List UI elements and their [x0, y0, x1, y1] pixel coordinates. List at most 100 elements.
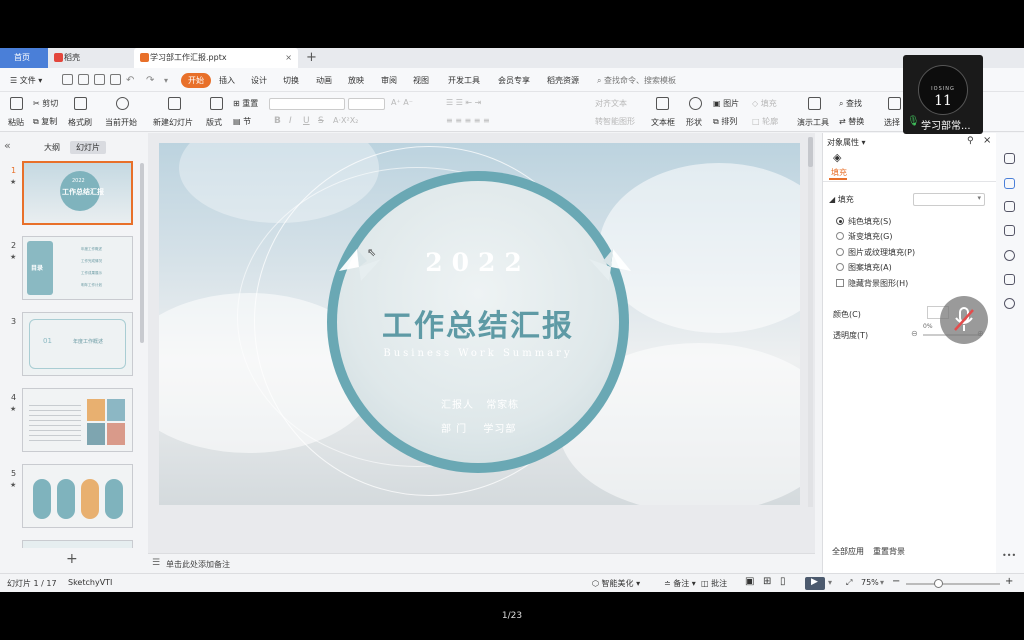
- help-icon[interactable]: [1004, 250, 1015, 261]
- convert-smartart-button[interactable]: 转智能图形: [595, 116, 635, 127]
- file-menu[interactable]: ☰ 文件 ▾: [10, 73, 42, 88]
- properties-icon[interactable]: [1004, 178, 1015, 189]
- location-icon[interactable]: [1004, 298, 1015, 309]
- presentation-tools-label[interactable]: 演示工具: [797, 117, 829, 128]
- layout-icon[interactable]: [210, 97, 223, 110]
- hide-background-checkbox[interactable]: [836, 279, 844, 287]
- play-icon[interactable]: [116, 97, 129, 110]
- scrollbar-thumb[interactable]: [808, 137, 813, 167]
- underline-button[interactable]: U: [303, 116, 310, 126]
- font-size-select[interactable]: [348, 98, 385, 110]
- tab-document[interactable]: 学习部工作汇报.pptx ×: [134, 48, 298, 68]
- play-slideshow-button[interactable]: ▶: [805, 577, 825, 590]
- reading-view-icon[interactable]: ▯: [780, 576, 786, 587]
- font-color-icon[interactable]: A·X²X₂: [333, 116, 358, 125]
- properties-header[interactable]: 对象属性 ▾: [827, 137, 866, 148]
- shapes-label[interactable]: 形状: [686, 117, 702, 128]
- menu-member[interactable]: 会员专享: [498, 73, 530, 88]
- copy-tool-icon[interactable]: [1004, 225, 1015, 236]
- zoom-out-button[interactable]: −: [892, 576, 900, 587]
- paste-label[interactable]: 粘贴: [8, 117, 24, 128]
- transparency-decrease-icon[interactable]: ⊖: [911, 329, 918, 338]
- align-icons[interactable]: ≡ ≡ ≡ ≡ ≡: [446, 116, 490, 125]
- pattern-fill-radio[interactable]: [836, 263, 844, 271]
- participant-video-tile[interactable]: IOSING 11 🎙 学习部常...: [903, 55, 983, 134]
- format-painter-icon[interactable]: [74, 97, 87, 110]
- tab-home[interactable]: 首页: [0, 48, 48, 68]
- notes-bar[interactable]: ☰ 单击此处添加备注: [148, 553, 815, 573]
- fit-window-icon[interactable]: ⤢: [846, 578, 852, 588]
- notes-placeholder[interactable]: 单击此处添加备注: [166, 559, 230, 570]
- slide[interactable]: 2022 工作总结汇报 Business Work Summary 汇报人 常家…: [159, 143, 800, 505]
- slideshow-dropdown-icon[interactable]: ▾: [828, 578, 832, 587]
- new-slide-icon[interactable]: [168, 97, 181, 110]
- menu-design[interactable]: 设计: [251, 73, 267, 88]
- slide-thumbnail-1[interactable]: 2022 工作总结汇报: [22, 161, 133, 225]
- paste-icon[interactable]: [10, 97, 23, 110]
- select-label[interactable]: 选择: [884, 117, 900, 128]
- bullet-list-icon[interactable]: ☰ ☰ ⇤ ⇥: [446, 98, 481, 107]
- normal-view-icon[interactable]: ▣: [745, 576, 754, 587]
- strikethrough-button[interactable]: S: [318, 116, 324, 126]
- slide-sorter-icon[interactable]: ⊞: [763, 576, 771, 587]
- menu-view[interactable]: 视图: [413, 73, 429, 88]
- undo-icon[interactable]: ↶: [126, 73, 134, 88]
- new-slide-label[interactable]: 新建幻灯片: [153, 117, 193, 128]
- new-tab-button[interactable]: +: [306, 48, 317, 67]
- menu-transition[interactable]: 切换: [283, 73, 299, 88]
- pin-icon[interactable]: ⚲: [967, 136, 974, 146]
- fill-type-select[interactable]: ▾: [913, 193, 985, 206]
- slide-thumbnail-6[interactable]: [22, 540, 133, 548]
- hide-background-label[interactable]: 隐藏背景图形(H): [848, 278, 908, 289]
- more-options-icon[interactable]: •••: [1002, 551, 1016, 560]
- menu-home[interactable]: 开始: [181, 73, 211, 88]
- zoom-slider[interactable]: [906, 579, 1000, 588]
- mute-microphone-button[interactable]: [940, 296, 988, 344]
- slide-scrollbar[interactable]: [808, 137, 813, 507]
- arrange-button[interactable]: ⧉ 排列: [713, 116, 737, 127]
- slide-subtitle[interactable]: Business Work Summary: [337, 348, 619, 359]
- bold-button[interactable]: B: [274, 116, 281, 126]
- print-icon[interactable]: [94, 74, 105, 85]
- picture-button[interactable]: ▣ 图片: [713, 98, 739, 109]
- italic-button[interactable]: I: [289, 116, 292, 126]
- menu-docer[interactable]: 稻壳资源: [547, 73, 579, 88]
- picture-fill-radio[interactable]: [836, 248, 844, 256]
- gradient-fill-radio[interactable]: [836, 232, 844, 240]
- menu-review[interactable]: 审阅: [381, 73, 397, 88]
- reporter-line[interactable]: 汇报人 常家栋: [441, 396, 519, 411]
- solid-fill-radio[interactable]: [836, 217, 844, 225]
- replace-button[interactable]: ⇄ 替换: [839, 116, 864, 127]
- fill-bucket-icon[interactable]: ◈: [833, 151, 841, 164]
- solid-fill-label[interactable]: 纯色填充(S): [848, 216, 891, 227]
- command-search[interactable]: ⌕ 查找命令、搜索模板: [597, 73, 697, 88]
- align-text-button[interactable]: 对齐文本: [595, 98, 627, 109]
- menu-insert[interactable]: 插入: [219, 73, 235, 88]
- zoom-slider-handle[interactable]: [934, 579, 943, 588]
- gradient-fill-label[interactable]: 渐变填充(G): [848, 231, 892, 242]
- textbox-icon[interactable]: [656, 97, 669, 110]
- print-preview-icon[interactable]: [110, 74, 121, 85]
- add-slide-button[interactable]: +: [66, 551, 78, 567]
- reset-button[interactable]: ⊞ 重置: [233, 98, 258, 109]
- thumbnail-scrollbar[interactable]: [140, 163, 144, 343]
- zoom-in-button[interactable]: +: [1005, 576, 1013, 587]
- tab-wps[interactable]: 稻壳: [48, 48, 134, 68]
- comments-button[interactable]: ◫ 批注: [701, 578, 727, 589]
- tab-fill[interactable]: 填充: [831, 167, 847, 178]
- pattern-fill-label[interactable]: 图案填充(A): [848, 262, 892, 273]
- format-painter-label[interactable]: 格式刷: [68, 117, 92, 128]
- shapes-icon[interactable]: [689, 97, 702, 110]
- close-tab-icon[interactable]: ×: [285, 48, 292, 68]
- font-size-adjust[interactable]: A⁺ A⁻: [391, 98, 413, 107]
- slide-thumbnail-2[interactable]: 目录 年度工作概述 工作完成情况 工作成果展示 明年工作计划: [22, 236, 133, 300]
- picture-fill-label[interactable]: 图片或纹理填充(P): [848, 247, 915, 258]
- menu-animation[interactable]: 动画: [316, 73, 332, 88]
- play-from-current-label[interactable]: 当前开始: [105, 117, 137, 128]
- save-icon[interactable]: [62, 74, 73, 85]
- notes-toggle-button[interactable]: ≐ 备注 ▾: [664, 578, 696, 589]
- department-line[interactable]: 部 门 学习部: [441, 420, 516, 435]
- tab-slides[interactable]: 幻灯片: [70, 141, 106, 154]
- copy-button[interactable]: ⧉ 复制: [33, 116, 57, 127]
- zoom-dropdown-icon[interactable]: ▾: [880, 578, 884, 587]
